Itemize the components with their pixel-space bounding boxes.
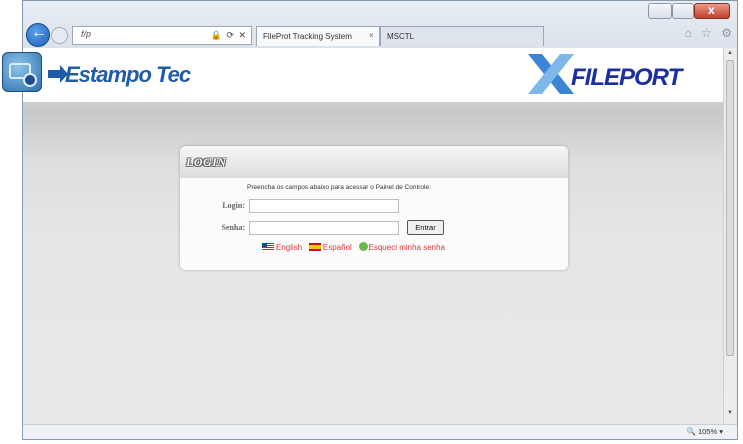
tab-label: FileProt Tracking System (263, 32, 352, 41)
scroll-down-icon[interactable]: ▼ (727, 410, 733, 416)
maximize-button[interactable] (672, 3, 694, 19)
brand-logo-estampo: Estampo Tec (65, 62, 191, 87)
english-link-label: English (276, 243, 303, 252)
fileport-logo-icon (528, 54, 574, 94)
login-input[interactable] (249, 199, 399, 213)
page-viewport: Estampo Tec FILEPORT LOGIN Preencha os c… (23, 48, 723, 424)
english-link[interactable]: English (262, 243, 302, 252)
tab-msctl[interactable]: MSCTL (380, 26, 544, 46)
zoom-value: 105% (697, 427, 718, 436)
tab-close-icon[interactable]: × (369, 31, 374, 40)
pinned-app-icon[interactable] (2, 52, 42, 92)
forgot-password-link[interactable]: Esqueci minha senha (358, 242, 446, 252)
us-flag-icon (262, 243, 274, 251)
vertical-scrollbar[interactable]: ▲ ▼ (723, 48, 736, 424)
minimize-button[interactable] (648, 3, 672, 19)
address-actions-icon[interactable]: 🔒 ⟳ ✕ (211, 30, 247, 41)
tab-label: MSCTL (387, 32, 415, 41)
scroll-thumb[interactable] (726, 60, 734, 356)
login-title: LOGIN (186, 155, 227, 169)
zoom-level[interactable]: 🔍 105% ▾ (687, 427, 723, 436)
address-bar[interactable]: f/p 🔒 ⟳ ✕ (72, 26, 252, 45)
language-links: English Español Esqueci minha senha (262, 242, 445, 252)
window-controls (648, 3, 730, 21)
password-label: Senha: (221, 223, 245, 232)
login-label: Login: (222, 201, 245, 210)
spain-flag-icon (308, 243, 321, 251)
address-text: f/p (81, 29, 92, 39)
status-bar: 🔍 105% ▾ (23, 424, 737, 439)
spanish-link[interactable]: Español (308, 243, 352, 252)
spanish-link-label: Español (322, 243, 352, 252)
forward-button[interactable] (51, 27, 68, 44)
login-title-bar: LOGIN (180, 146, 568, 178)
key-icon (358, 242, 368, 251)
page-header: Estampo Tec FILEPORT (23, 48, 723, 102)
login-instructions: Preencha os campos abaixo para acessar o… (247, 184, 431, 191)
browser-toolbar-icons[interactable]: ⌂ ☆ ⚙ (685, 26, 735, 40)
submit-button[interactable]: Entrar (407, 220, 444, 235)
back-button[interactable] (26, 23, 50, 47)
tab-filepost-tracking[interactable]: FileProt Tracking System × (256, 26, 380, 46)
login-panel: LOGIN Preencha os campos abaixo para ace… (180, 146, 568, 270)
password-input[interactable] (249, 221, 399, 235)
close-window-button[interactable] (694, 3, 730, 19)
login-body: Preencha os campos abaixo para acessar o… (180, 178, 568, 270)
scroll-up-icon[interactable]: ▲ (727, 50, 733, 56)
brand-logo-fileport: FILEPORT (571, 64, 682, 91)
forgot-password-label: Esqueci minha senha (368, 243, 446, 252)
